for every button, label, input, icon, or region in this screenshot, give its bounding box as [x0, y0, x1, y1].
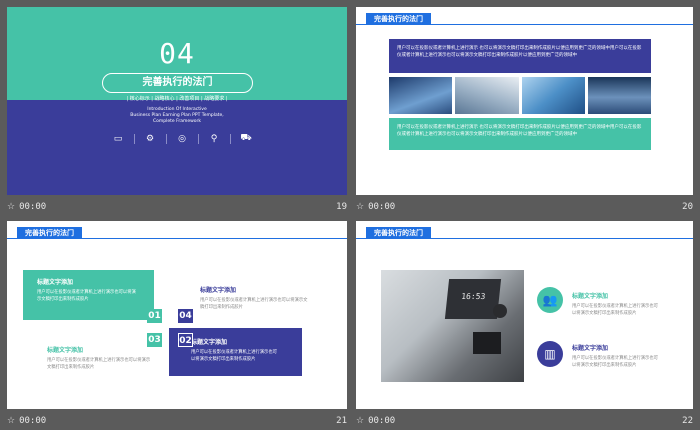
slide-thumbnail-19[interactable]: 04 完善执行的法门 | 核心标示 | 战略核心 | 改善项目 | 战略要求 |…: [7, 7, 347, 195]
slide-thumbnail-21[interactable]: 完善执行的法门 标题文字添加 用户可以在投影仪或者计算机上进行演示也可以将演示文…: [7, 221, 347, 409]
chart-icon: ▥: [537, 341, 563, 367]
tag-underline: [7, 238, 347, 239]
slide-number: 20: [682, 202, 693, 212]
divider: [197, 133, 199, 144]
slide-number: 22: [682, 416, 693, 426]
intro-text: Introduction Of Interactive Business Pla…: [130, 107, 224, 124]
building-photo: [389, 77, 453, 114]
divider: [165, 133, 167, 144]
slide-time: 00:00: [19, 416, 47, 426]
divider: [133, 133, 135, 144]
badge-04: 04: [178, 309, 193, 323]
slide-number: 19: [336, 202, 347, 212]
item-text-2: 标题文字添加 用户可以在投影仪或者计算机上进行演示也可以将演示文稿打印出来制作成…: [572, 345, 658, 368]
indigo-text-box: 用户可以在投影仪或者计算机上进行演示 也可以将演示文稿打印出来制作成胶片以便应用…: [389, 39, 651, 73]
laptop-photo: 16:53: [381, 270, 524, 382]
building-photo: [521, 77, 585, 114]
laptop-clock: 16:53: [460, 292, 486, 301]
section-title: 完善执行的法门: [102, 73, 253, 93]
slide-meta-19: ☆ 00:00 19: [7, 200, 347, 214]
photo-strip: [389, 77, 651, 114]
teal-text-box: 用户可以在投影仪或者计算机上进行演示 也可以将演示文稿打印出来制作成胶片以便应用…: [389, 118, 651, 150]
item-text-04: 标题文字添加 用户可以在投影仪或者计算机上进行演示也可以将演示文稿打印出来制作成…: [200, 287, 308, 310]
section-number: 04: [159, 37, 195, 70]
slide-thumbnail-22[interactable]: 完善执行的法门 16:53 👥 标题文字添加 用户可以在投影仪或者计算机上进行演…: [356, 221, 693, 409]
badge-02: 02: [178, 333, 193, 347]
item-text-1: 标题文字添加 用户可以在投影仪或者计算机上进行演示也可以将演示文稿打印出来制作成…: [572, 293, 658, 316]
truck-icon: ⛟: [240, 133, 252, 143]
slide-time: 00:00: [368, 202, 396, 212]
item-box-01: 标题文字添加 用户可以在投影仪或者计算机上进行演示也可以将演示文稿打印出来制作成…: [23, 270, 154, 320]
slide-meta-22: ☆ 00:00 22: [356, 414, 693, 428]
tag-underline: [356, 24, 693, 25]
divider: [229, 133, 231, 144]
monitor-icon: ▭: [113, 133, 123, 144]
transition-star-icon: ☆: [7, 416, 16, 426]
coffee-cup: [493, 304, 507, 318]
phone: [473, 332, 501, 354]
item-text-03: 标题文字添加 用户可以在投影仪或者计算机上进行演示也可以将演示文稿打印出来制作成…: [47, 347, 151, 370]
globe-icon: ◎: [178, 133, 186, 144]
search-icon: ⚲: [210, 133, 218, 144]
slide-meta-20: ☆ 00:00 20: [356, 200, 693, 214]
building-photo: [587, 77, 651, 114]
transition-star-icon: ☆: [356, 202, 365, 212]
badge-01: 01: [147, 309, 162, 323]
slide-meta-21: ☆ 00:00 21: [7, 414, 347, 428]
slide-time: 00:00: [368, 416, 396, 426]
building-photo: [455, 77, 519, 114]
section-subtitle: | 核心标示 | 战略核心 | 改善项目 | 战略要求 |: [126, 96, 228, 102]
transition-star-icon: ☆: [7, 202, 16, 212]
slide-thumbnail-20[interactable]: 完善执行的法门 用户可以在投影仪或者计算机上进行演示 也可以将演示文稿打印出来制…: [356, 7, 693, 195]
slide-number: 21: [336, 416, 347, 426]
icon-row: ▭ ⚙ ◎ ⚲ ⛟: [112, 133, 252, 144]
people-icon: 👥: [537, 287, 563, 313]
slide-time: 00:00: [19, 202, 47, 212]
transition-star-icon: ☆: [356, 416, 365, 426]
tag-underline: [356, 238, 693, 239]
gear-icon: ⚙: [145, 133, 155, 144]
